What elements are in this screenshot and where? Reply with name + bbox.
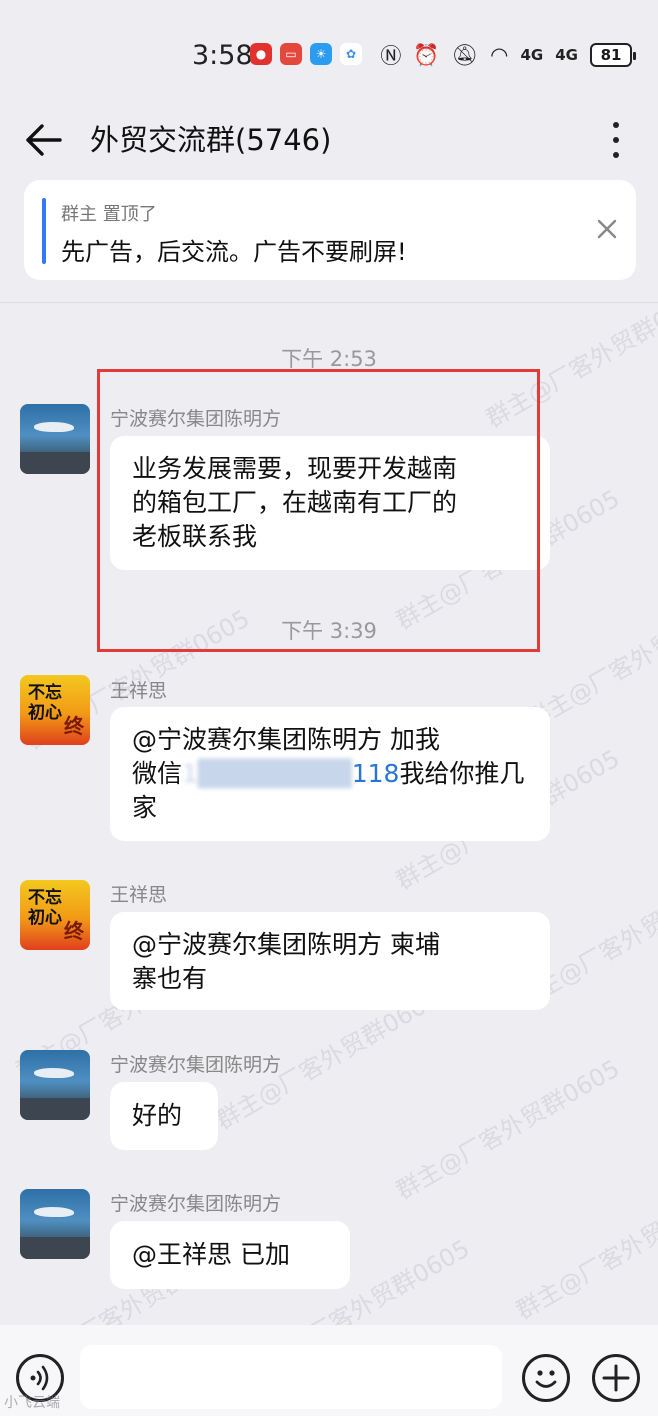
message-line: 家 (132, 793, 158, 822)
message-app-icon: ▭ (280, 43, 302, 65)
weather-app-icon: ☀ (310, 43, 332, 65)
message-sender: 王祥思 (110, 884, 168, 906)
signal-icon-1: 4G (520, 46, 544, 64)
message-line: 好的 (132, 1101, 183, 1130)
pinned-text: 先广告，后交流。广告不要刷屏! (61, 238, 407, 266)
chat-title: 外贸交流群(5746) (90, 123, 332, 157)
status-bar: 3:58 ● ▭ ☀ ✿ Ⓝ ⏰ 🔕︎ ◠ 4G 4G 81 (0, 0, 658, 110)
more-vertical-icon (613, 122, 619, 128)
avatar[interactable] (20, 1050, 90, 1120)
status-time: 3:58 (192, 40, 253, 71)
message-sender: 宁波赛尔集团陈明方 (110, 1193, 282, 1215)
plus-button[interactable] (592, 1354, 640, 1402)
message-bubble[interactable]: @宁波赛尔集团陈明方 加我 微信1████████118我给你推几 家 (110, 707, 550, 841)
emoji-button[interactable] (522, 1354, 570, 1402)
battery-indicator: 81 (590, 43, 636, 67)
avatar[interactable] (20, 1189, 90, 1259)
highlight-box (97, 369, 540, 652)
pinned-accent-bar (42, 198, 46, 264)
message-bubble[interactable]: @宁波赛尔集团陈明方 柬埔 寨也有 (110, 912, 550, 1010)
avatar[interactable]: 不忘 初心 终 (20, 880, 90, 950)
watermark: 群主@厂客外贸群0605 (391, 1054, 625, 1206)
watermark: 群主@厂客外贸群0605 (511, 1174, 658, 1326)
back-button[interactable] (22, 118, 66, 162)
status-app-icons: ● ▭ ☀ ✿ (250, 43, 362, 65)
close-icon (597, 219, 617, 239)
more-button[interactable] (604, 118, 628, 162)
corner-watermark: 小飞云端 (4, 1395, 60, 1411)
message-line: 寨也有 (132, 964, 208, 993)
signal-icon-2: 4G (555, 46, 578, 64)
avatar[interactable] (20, 404, 90, 474)
pinned-meta: 群主 置顶了 (61, 204, 157, 225)
message-input[interactable] (80, 1345, 502, 1409)
pinned-close-button[interactable] (596, 218, 618, 240)
message-bubble[interactable]: @王祥思 已加 (110, 1221, 350, 1289)
message-sender: 王祥思 (110, 680, 168, 702)
avatar[interactable]: 不忘 初心 终 (20, 675, 90, 745)
input-bar: 小飞云端 (0, 1325, 658, 1416)
message-line: @王祥思 已加 (132, 1240, 290, 1269)
redacted-wechat-id: 1████████ (182, 759, 352, 788)
nfc-icon: Ⓝ (380, 44, 402, 68)
message-line: 微信1████████118我给你推几 (132, 759, 525, 788)
chat-header: 外贸交流群(5746) (0, 110, 658, 172)
message-sender: 宁波赛尔集团陈明方 (110, 1054, 282, 1076)
message-line: @宁波赛尔集团陈明方 柬埔 (132, 930, 440, 959)
message-bubble[interactable]: 好的 (110, 1082, 218, 1150)
emoji-icon (535, 1370, 557, 1388)
pinned-message[interactable]: 群主 置顶了 先广告，后交流。广告不要刷屏! (24, 180, 636, 280)
mute-icon: 🔕︎ (451, 42, 479, 67)
app-notification-icon: ● (250, 43, 272, 65)
status-indicators: Ⓝ ⏰ 🔕︎ ◠ 4G 4G 81 (380, 40, 636, 70)
cloud-app-icon: ✿ (340, 43, 362, 65)
wifi-icon: ◠ (490, 43, 509, 67)
divider (0, 302, 658, 303)
message-line: @宁波赛尔集团陈明方 加我 (132, 725, 440, 754)
alarm-icon: ⏰ (413, 42, 440, 67)
plus-icon (602, 1364, 630, 1392)
arrow-left-icon (26, 124, 62, 156)
